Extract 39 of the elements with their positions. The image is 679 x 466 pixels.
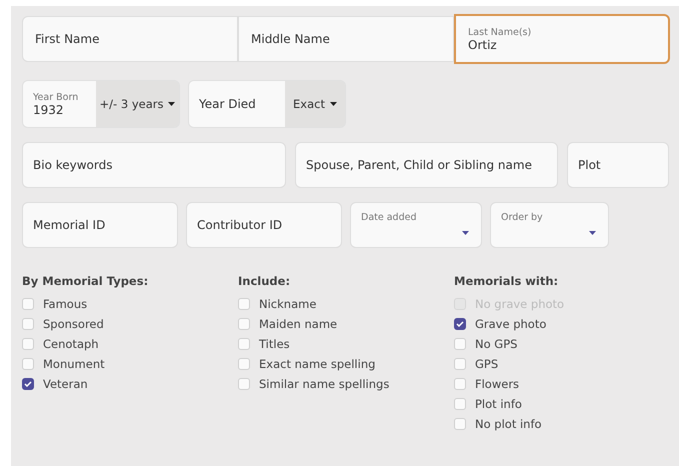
field-value: Ortiz [468, 38, 498, 52]
caret-icon [589, 231, 596, 235]
name-field[interactable]: Last Name(s) Ortiz [454, 14, 670, 64]
checkbox-label: No GPS [475, 336, 518, 350]
checkbox-label: Plot info [475, 396, 522, 410]
checkbox-label: No plot info [475, 416, 542, 430]
checkbox[interactable] [22, 378, 34, 390]
text-field[interactable]: Contributor ID [186, 202, 342, 248]
text-field[interactable]: Memorial ID [22, 202, 178, 248]
field-placeholder: Middle Name [251, 32, 331, 46]
checkbox-label: Titles [259, 336, 290, 350]
group-heading: Memorials with: [454, 274, 560, 288]
field-label: Last Name(s) [468, 26, 532, 38]
group-heading: Include: [238, 274, 292, 288]
name-field[interactable]: Middle Name [238, 16, 454, 62]
checkbox-label: Similar name spellings [259, 376, 390, 390]
field-placeholder: First Name [35, 32, 100, 46]
select-field[interactable]: Date added [350, 202, 482, 248]
checkbox-label: GPS [475, 356, 498, 370]
checkbox-label: Maiden name [259, 316, 338, 330]
text-field[interactable]: Spouse, Parent, Child or Sibling name [295, 142, 558, 188]
checkbox-label: Veteran [43, 376, 88, 390]
checkbox-label: Monument [43, 356, 105, 370]
select-field[interactable]: Order by [490, 202, 609, 248]
checkmark-icon [24, 380, 32, 386]
checkbox-label: Sponsored [43, 316, 104, 330]
checkbox[interactable] [454, 318, 466, 330]
checkbox-label: Flowers [475, 376, 520, 390]
checkbox-label: Nickname [259, 296, 316, 310]
checkbox-label: Grave photo [475, 316, 546, 330]
text-field[interactable]: Bio keywords [22, 142, 286, 188]
checkbox-label: Famous [43, 296, 88, 310]
group-heading: By Memorial Types: [22, 274, 150, 288]
text-field[interactable]: Plot [567, 142, 669, 188]
checkmark-icon [456, 320, 464, 326]
name-field[interactable]: First Name [22, 16, 238, 62]
caret-icon [462, 231, 469, 235]
checkbox-label: Exact name spelling [259, 356, 376, 370]
checkbox-label: Cenotaph [43, 336, 99, 350]
